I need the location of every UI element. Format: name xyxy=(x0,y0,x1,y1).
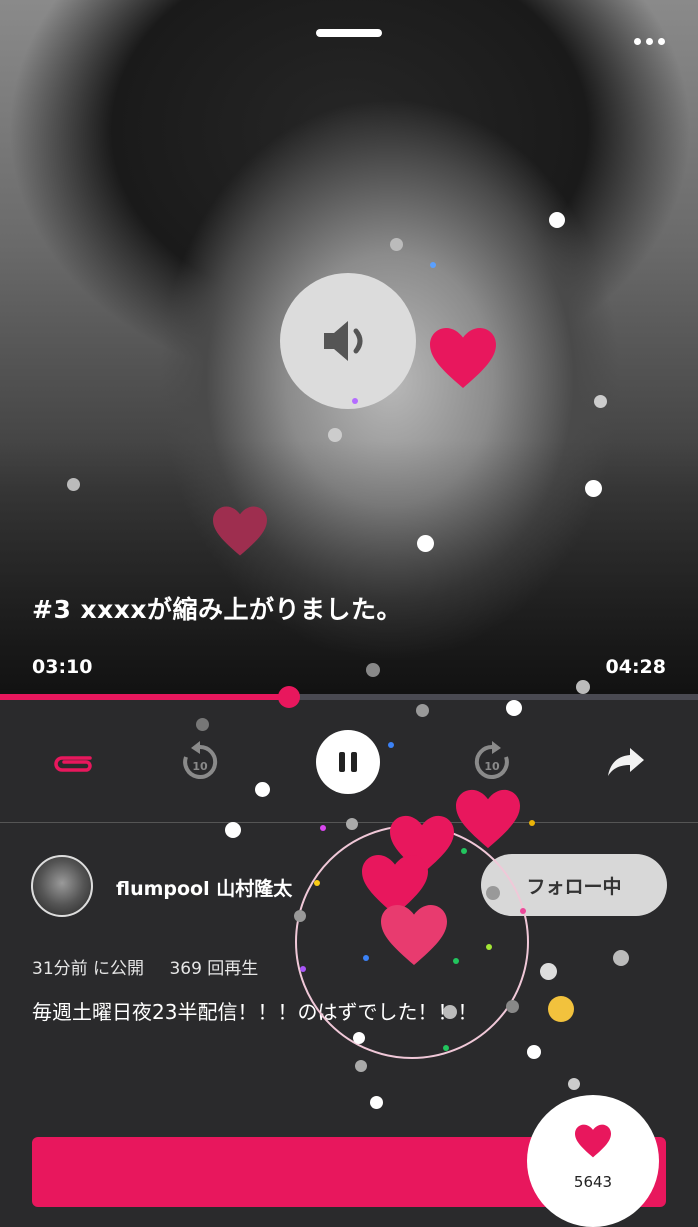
clip-button[interactable] xyxy=(42,732,102,792)
like-button[interactable]: 5643 xyxy=(527,1095,659,1227)
pleading-face-emoji-icon xyxy=(548,996,574,1022)
floating-heart-icon xyxy=(430,328,496,388)
pause-icon xyxy=(339,752,357,772)
episode-meta: 31分前 に公開 369 回再生 xyxy=(32,954,278,979)
floating-heart-icon xyxy=(213,506,267,556)
heart-icon xyxy=(575,1124,611,1158)
rewind-10-icon: 10 xyxy=(183,741,218,779)
progress-fill xyxy=(0,694,289,700)
rewind-10-button[interactable]: 10 xyxy=(170,732,230,792)
avatar[interactable] xyxy=(31,855,93,917)
clip-icon xyxy=(54,756,92,772)
play-count: 369 回再生 xyxy=(169,959,259,979)
svg-text:10: 10 xyxy=(192,760,208,773)
elapsed-time: 03:10 xyxy=(32,656,93,678)
progress-bar[interactable] xyxy=(0,686,698,708)
speaker-icon xyxy=(324,321,363,361)
episode-title: #3 xxxxが縮み上がりました。 xyxy=(32,595,403,624)
drag-handle[interactable] xyxy=(316,29,382,37)
share-button[interactable] xyxy=(596,732,656,792)
pause-button[interactable] xyxy=(316,730,380,794)
svg-text:10: 10 xyxy=(484,760,500,773)
floating-heart-icon xyxy=(381,905,447,965)
total-duration: 04:28 xyxy=(605,656,666,678)
share-icon xyxy=(608,748,644,776)
like-count: 5643 xyxy=(573,1173,613,1191)
published-time: 31分前 に公開 xyxy=(32,959,145,979)
progress-knob[interactable] xyxy=(277,686,300,708)
user-name[interactable]: flumpool 山村隆太 xyxy=(116,874,292,901)
speaker-button[interactable] xyxy=(280,273,416,409)
forward-10-button[interactable]: 10 xyxy=(462,732,522,792)
forward-10-icon: 10 xyxy=(474,741,509,779)
floating-heart-icon xyxy=(456,789,520,849)
more-menu-icon[interactable] xyxy=(634,38,665,45)
